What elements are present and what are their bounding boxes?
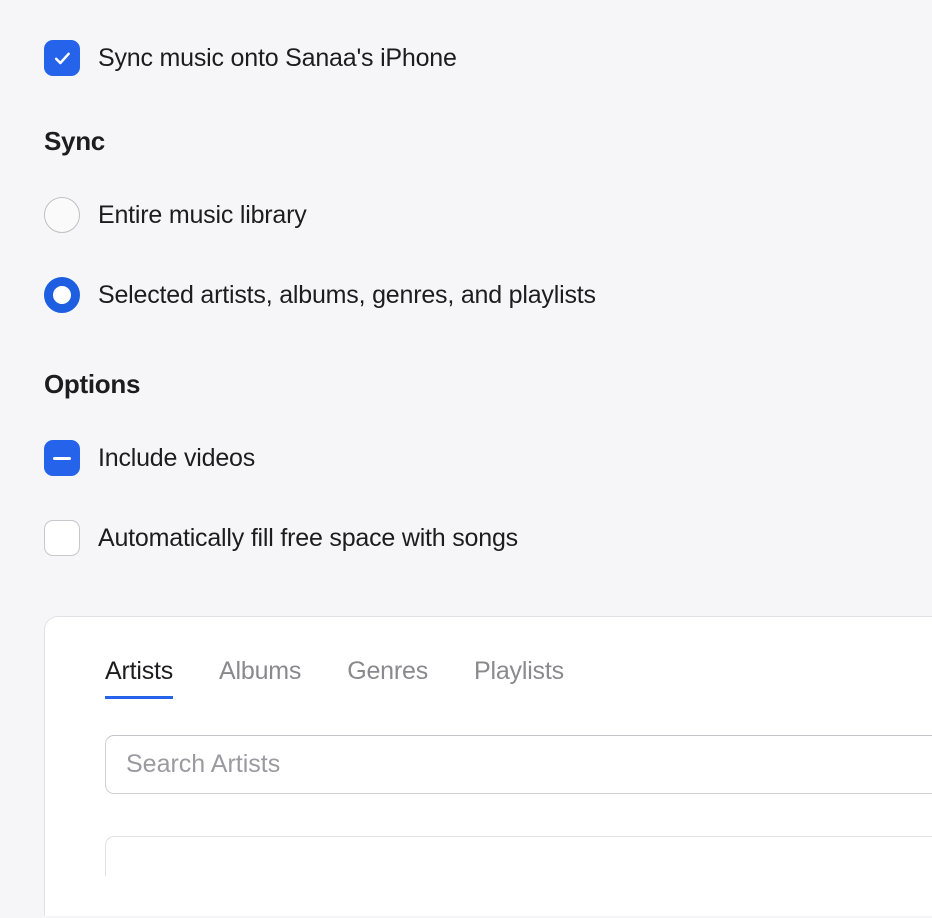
auto-fill-row: Automatically fill free space with songs: [44, 520, 932, 556]
sync-enable-label: Sync music onto Sanaa's iPhone: [98, 44, 457, 73]
include-videos-row: Include videos: [44, 440, 932, 476]
dash-icon: [53, 457, 71, 460]
sync-enable-row: Sync music onto Sanaa's iPhone: [44, 40, 932, 76]
radio-entire-library[interactable]: [44, 197, 80, 233]
artists-list-container: [105, 836, 932, 876]
radio-selected-label: Selected artists, albums, genres, and pl…: [98, 281, 596, 310]
tab-genres[interactable]: Genres: [347, 657, 428, 699]
include-videos-label: Include videos: [98, 444, 255, 473]
sync-section-heading: Sync: [44, 126, 932, 157]
search-artists-input[interactable]: [105, 735, 932, 794]
auto-fill-checkbox[interactable]: [44, 520, 80, 556]
options-section-heading: Options: [44, 369, 932, 400]
radio-selected-row: Selected artists, albums, genres, and pl…: [44, 277, 932, 313]
sync-settings-panel: Sync music onto Sanaa's iPhone Sync Enti…: [0, 0, 932, 916]
radio-entire-label: Entire music library: [98, 201, 307, 230]
tab-artists[interactable]: Artists: [105, 657, 173, 699]
include-videos-checkbox[interactable]: [44, 440, 80, 476]
tab-playlists[interactable]: Playlists: [474, 657, 564, 699]
tab-albums[interactable]: Albums: [219, 657, 301, 699]
auto-fill-label: Automatically fill free space with songs: [98, 524, 518, 553]
tabs-bar: Artists Albums Genres Playlists: [105, 657, 932, 699]
checkmark-icon: [52, 48, 72, 68]
content-tabs-panel: Artists Albums Genres Playlists: [44, 616, 932, 916]
radio-entire-row: Entire music library: [44, 197, 932, 233]
sync-enable-checkbox[interactable]: [44, 40, 80, 76]
radio-selected-items[interactable]: [44, 277, 80, 313]
